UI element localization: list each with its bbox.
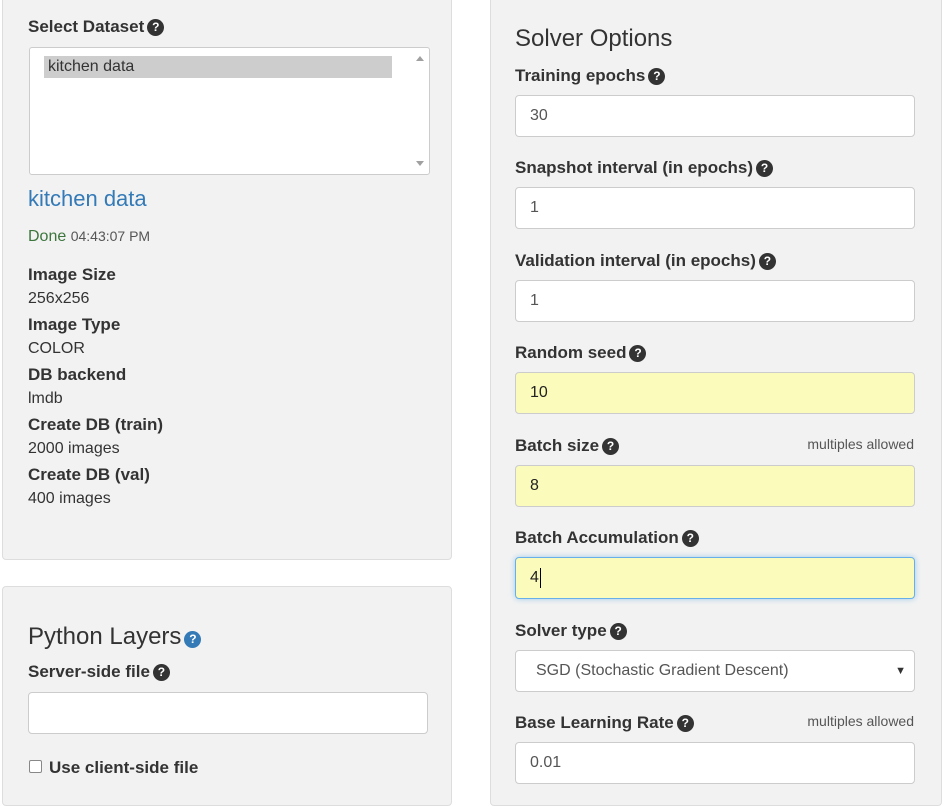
batch-size-input[interactable]: 8 bbox=[515, 465, 915, 507]
batch-accumulation-value: 4 bbox=[530, 569, 539, 586]
base-lr-input[interactable]: 0.01 bbox=[515, 742, 915, 784]
help-icon[interactable]: ? bbox=[147, 19, 165, 36]
info-key-db-backend: DB backend bbox=[28, 365, 127, 384]
python-layers-title: Python Layers? bbox=[28, 623, 202, 651]
training-epochs-input[interactable]: 30 bbox=[515, 95, 915, 137]
validation-interval-label: Validation interval (in epochs)? bbox=[515, 251, 776, 271]
help-icon[interactable]: ? bbox=[184, 631, 202, 648]
batch-accumulation-label: Batch Accumulation? bbox=[515, 528, 699, 548]
dataset-link[interactable]: kitchen data bbox=[28, 186, 147, 212]
help-icon[interactable]: ? bbox=[629, 345, 647, 362]
server-file-label: Server-side file? bbox=[28, 662, 170, 682]
info-val-image-size: 256x256 bbox=[28, 290, 90, 307]
solver-options-title: Solver Options bbox=[515, 25, 673, 52]
scroll-up-icon[interactable] bbox=[416, 56, 424, 61]
solver-type-value: SGD (Stochastic Gradient Descent) bbox=[536, 662, 789, 679]
info-key-create-db-train: Create DB (train) bbox=[28, 415, 164, 434]
help-icon[interactable]: ? bbox=[756, 160, 774, 177]
help-icon[interactable]: ? bbox=[681, 530, 699, 547]
select-dataset-label: Select Dataset? bbox=[28, 17, 165, 37]
dataset-listbox[interactable]: kitchen data bbox=[29, 47, 430, 175]
random-seed-input[interactable]: 10 bbox=[515, 372, 915, 414]
help-icon[interactable]: ? bbox=[648, 68, 666, 85]
client-file-checkbox[interactable] bbox=[29, 760, 42, 773]
training-epochs-label: Training epochs? bbox=[515, 66, 666, 86]
help-icon[interactable]: ? bbox=[609, 623, 627, 640]
snapshot-interval-input[interactable]: 1 bbox=[515, 187, 915, 229]
info-key-image-type: Image Type bbox=[28, 315, 121, 334]
validation-interval-input[interactable]: 1 bbox=[515, 280, 915, 322]
help-icon[interactable]: ? bbox=[152, 664, 170, 681]
info-key-create-db-val: Create DB (val) bbox=[28, 465, 150, 484]
client-file-label[interactable]: Use client-side file bbox=[49, 758, 198, 778]
help-icon[interactable]: ? bbox=[676, 715, 694, 732]
base-lr-hint: multiples allowed bbox=[807, 713, 914, 729]
random-seed-label: Random seed? bbox=[515, 343, 647, 363]
batch-accumulation-input[interactable]: 4 bbox=[515, 557, 915, 599]
status-time: 04:43:07 PM bbox=[70, 228, 151, 244]
solver-type-select[interactable]: SGD (Stochastic Gradient Descent) ▼ bbox=[515, 650, 915, 692]
help-icon[interactable]: ? bbox=[758, 253, 776, 270]
batch-size-hint: multiples allowed bbox=[807, 436, 914, 452]
python-layers-panel: Python Layers? Server-side file? Use cli… bbox=[2, 586, 452, 806]
info-val-db-backend: lmdb bbox=[28, 390, 63, 407]
scroll-down-icon[interactable] bbox=[416, 161, 424, 166]
caret-down-icon: ▼ bbox=[895, 665, 906, 677]
solver-options-panel: Solver Options Training epochs? 30 Snaps… bbox=[490, 0, 942, 806]
help-icon[interactable]: ? bbox=[602, 438, 620, 455]
dataset-option[interactable]: kitchen data bbox=[44, 56, 392, 78]
solver-type-label: Solver type? bbox=[515, 621, 627, 641]
base-lr-label: Base Learning Rate? bbox=[515, 713, 694, 733]
status-done: Done bbox=[28, 228, 67, 245]
server-file-input[interactable] bbox=[28, 692, 428, 734]
dataset-status: Done 04:43:07 PM bbox=[28, 228, 150, 246]
snapshot-interval-label: Snapshot interval (in epochs)? bbox=[515, 158, 774, 178]
info-val-image-type: COLOR bbox=[28, 340, 85, 357]
batch-size-label: Batch size? bbox=[515, 436, 620, 456]
info-val-create-db-train: 2000 images bbox=[28, 440, 120, 457]
info-key-image-size: Image Size bbox=[28, 265, 116, 284]
info-val-create-db-val: 400 images bbox=[28, 490, 111, 507]
dataset-panel: Select Dataset? kitchen data kitchen dat… bbox=[2, 0, 452, 560]
text-caret bbox=[539, 567, 541, 588]
